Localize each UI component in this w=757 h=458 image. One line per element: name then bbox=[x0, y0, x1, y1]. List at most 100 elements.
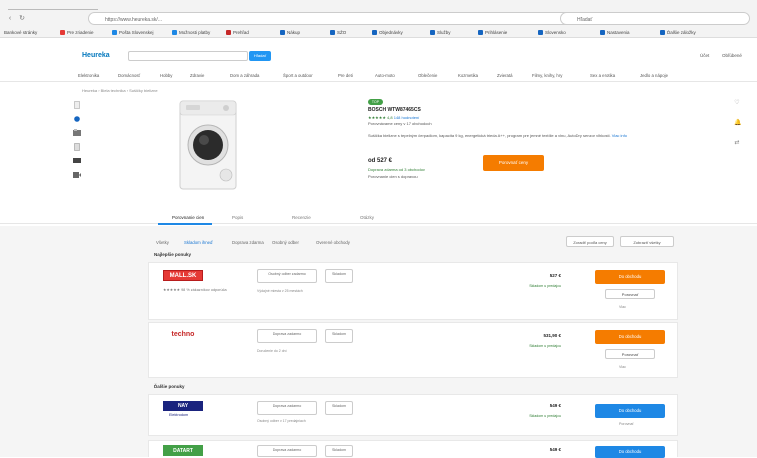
go-to-shop-button[interactable]: Do obchodu bbox=[595, 330, 665, 344]
site-search-input[interactable] bbox=[128, 51, 248, 61]
category-item[interactable]: Pre deti bbox=[338, 73, 353, 78]
tab-description[interactable]: Popis bbox=[232, 215, 243, 220]
category-item[interactable]: Zdravie bbox=[190, 73, 204, 78]
category-item[interactable]: Filmy, knihy, hry bbox=[532, 73, 562, 78]
sort-button[interactable]: Zoradiť podľa ceny bbox=[566, 236, 614, 247]
tab-questions[interactable]: Otázky bbox=[360, 215, 374, 220]
bookmark-item[interactable]: Nákup bbox=[280, 30, 300, 35]
category-item[interactable]: Auto-moto bbox=[375, 73, 395, 78]
filter-verified-shops[interactable]: Overené obchody bbox=[316, 240, 350, 245]
bookmark-item[interactable]: Pre zriadenie bbox=[60, 30, 94, 35]
category-item[interactable]: Zvieratá bbox=[497, 73, 513, 78]
category-item[interactable]: Šport a outdoor bbox=[283, 73, 313, 78]
browser-search-field[interactable]: Hľadať bbox=[560, 12, 750, 25]
bookmark-item[interactable]: Slovensko bbox=[538, 30, 566, 35]
tab-price-comparison[interactable]: Porovnanie cien bbox=[172, 215, 204, 220]
go-to-shop-button[interactable]: Do obchodu bbox=[595, 404, 665, 418]
bookmark-item[interactable]: SŽO bbox=[330, 30, 346, 35]
category-item[interactable]: Kozmetika bbox=[458, 73, 478, 78]
bookmark-item[interactable]: Prehľad bbox=[226, 30, 249, 35]
site-header bbox=[0, 48, 757, 62]
bookmark-item[interactable]: Služby bbox=[430, 30, 451, 35]
more-link[interactable]: Viac bbox=[619, 305, 626, 309]
address-bar[interactable]: https://www.heureka.sk/... bbox=[88, 12, 588, 25]
filter-in-stock[interactable]: Skladom ihneď bbox=[184, 240, 213, 245]
product-rating[interactable]: ★★★★★ 4,8 148 hodnotení bbox=[368, 115, 419, 120]
video-thumbnail[interactable] bbox=[72, 170, 81, 179]
top-badge: TOP bbox=[368, 99, 383, 105]
shop-logo[interactable]: DATART bbox=[163, 445, 203, 456]
site-logo[interactable]: Heureka bbox=[82, 52, 110, 59]
shop-subtitle: Elektrodom bbox=[169, 413, 189, 417]
shop-logo[interactable]: MALL.SK bbox=[163, 270, 203, 281]
stock-status: Skladom bbox=[325, 401, 353, 415]
more-link[interactable]: Viac bbox=[619, 365, 626, 369]
thumbnail-image[interactable] bbox=[72, 114, 81, 123]
go-to-shop-button[interactable]: Do obchodu bbox=[595, 446, 665, 458]
category-item[interactable]: Oblečenie bbox=[418, 73, 437, 78]
compare-offer-button[interactable]: Porovnať bbox=[605, 349, 655, 359]
compare-link[interactable]: Porovnať bbox=[619, 422, 634, 426]
shop-logo[interactable]: NAY bbox=[163, 401, 203, 411]
shop-rating[interactable]: ★★★★★ 98 % zákazníkov odporúča bbox=[163, 287, 227, 292]
thumbnail-image[interactable] bbox=[72, 128, 81, 137]
shop-logo[interactable]: techno bbox=[163, 329, 203, 340]
bookmark-item[interactable]: Bankové stránky bbox=[4, 30, 37, 35]
offer-price: 527 € bbox=[549, 273, 561, 278]
show-all-button[interactable]: Zobraziť všetky bbox=[620, 236, 674, 247]
thumbnail-image[interactable] bbox=[72, 156, 81, 165]
product-image[interactable] bbox=[168, 95, 248, 195]
category-item[interactable]: Dom a záhrada bbox=[230, 73, 259, 78]
offer-price: 549 € bbox=[549, 447, 561, 452]
tab-reviews[interactable]: Recenzie bbox=[292, 215, 311, 220]
filter-free-shipping[interactable]: Doprava zdarma bbox=[232, 240, 264, 245]
product-tabs bbox=[0, 210, 757, 224]
description-more-link[interactable]: Viac info bbox=[612, 133, 627, 138]
offer-card: techno Doprava zadarmo Skladom Doručenie… bbox=[148, 322, 678, 378]
filter-pickup[interactable]: Osobný odber bbox=[272, 240, 299, 245]
bookmark-item[interactable]: Ďalšie záložky bbox=[660, 30, 696, 35]
thumbnail-image[interactable] bbox=[72, 100, 81, 109]
browser-search-placeholder: Hľadať bbox=[577, 17, 593, 23]
category-item[interactable]: Elektronika bbox=[78, 73, 99, 78]
back-icon[interactable]: ‹ bbox=[6, 15, 14, 23]
url-text: https://www.heureka.sk/... bbox=[105, 17, 162, 23]
delivery-option[interactable]: Doprava zadarmo bbox=[257, 445, 317, 457]
stock-status: Skladom bbox=[325, 329, 353, 343]
bookmark-item[interactable]: Prihlásenie bbox=[478, 30, 507, 35]
category-item[interactable]: Sex a erotika bbox=[590, 73, 615, 78]
favorites-link[interactable]: Obľúbené bbox=[722, 53, 742, 58]
bookmark-item[interactable]: Objednávky bbox=[372, 30, 403, 35]
shipping-note[interactable]: Porovnanie cien s dopravou bbox=[368, 174, 418, 179]
compare-offer-button[interactable]: Porovnať bbox=[605, 289, 655, 299]
category-item[interactable]: Jedlo a nápoje bbox=[640, 73, 668, 78]
refresh-icon[interactable]: ↻ bbox=[18, 15, 26, 23]
browser-tab-strip[interactable] bbox=[8, 2, 98, 10]
availability: Skladom u predajcu bbox=[529, 284, 561, 288]
breadcrumb[interactable]: Heureka › Biela technika › Sušičky bieli… bbox=[82, 88, 158, 93]
stock-status: Skladom bbox=[325, 269, 353, 283]
favorite-icon[interactable]: ♡ bbox=[734, 100, 740, 106]
thumbnail-image[interactable] bbox=[72, 142, 81, 151]
account-link[interactable]: Účet bbox=[700, 53, 709, 58]
product-price: od 527 € bbox=[368, 158, 393, 164]
delivery-option[interactable]: Osobný odber zadarmo bbox=[257, 269, 317, 283]
compare-icon[interactable]: ⇄ bbox=[734, 140, 740, 146]
category-item[interactable]: Hobby bbox=[160, 73, 172, 78]
site-search-button[interactable]: Hľadať bbox=[249, 51, 271, 61]
shipping-info[interactable]: Doprava zdarma od 3 obchodov bbox=[368, 167, 425, 172]
filter-all[interactable]: Všetky bbox=[156, 240, 169, 245]
bookmark-item[interactable]: Možnosti platby bbox=[172, 30, 210, 35]
reviews-link[interactable]: 148 hodnotení bbox=[394, 115, 420, 120]
compare-prices-button[interactable]: Porovnať ceny bbox=[483, 155, 544, 171]
bookmark-item[interactable]: Nastavenia bbox=[600, 30, 630, 35]
bookmark-item[interactable]: Pošta Slovenskej bbox=[112, 30, 154, 35]
category-item[interactable]: Domácnosť bbox=[118, 73, 140, 78]
delivery-note: Výdajné miesta v 25 mestách bbox=[257, 289, 303, 293]
watchdog-icon[interactable]: 🔔 bbox=[734, 120, 741, 126]
delivery-option[interactable]: Doprava zadarmo bbox=[257, 329, 317, 343]
group-title: Ďalšie ponuky bbox=[154, 384, 185, 389]
go-to-shop-button[interactable]: Do obchodu bbox=[595, 270, 665, 284]
availability: Skladom u predajcu bbox=[529, 344, 561, 348]
delivery-option[interactable]: Doprava zadarmo bbox=[257, 401, 317, 415]
